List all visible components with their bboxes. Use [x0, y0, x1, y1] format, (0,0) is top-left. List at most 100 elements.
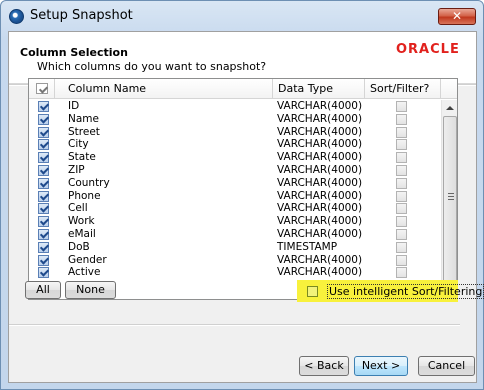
table-row[interactable]: eMail VARCHAR(4000): [29, 228, 441, 241]
column-name-cell: ZIP: [68, 163, 85, 176]
column-name-cell: ID: [68, 100, 80, 112]
data-type-cell: VARCHAR(4000): [277, 163, 363, 176]
column-name-cell: Active: [68, 266, 101, 279]
sort-filter-checkbox[interactable]: [396, 228, 407, 240]
vertical-scrollbar[interactable]: [441, 100, 457, 299]
scroll-up-icon[interactable]: [446, 106, 454, 110]
column-name-cell: Street: [68, 125, 100, 138]
page-title: Column Selection: [20, 46, 128, 59]
sort-filter-checkbox[interactable]: [396, 177, 407, 189]
table-row[interactable]: State VARCHAR(4000): [29, 151, 441, 164]
sort-filter-checkbox[interactable]: [396, 113, 407, 125]
back-button[interactable]: < Back: [299, 356, 349, 376]
data-type-cell: VARCHAR(4000): [277, 215, 363, 228]
include-column-checkbox[interactable]: [38, 101, 49, 112]
table-row[interactable]: ZIP VARCHAR(4000): [29, 164, 441, 177]
header-select-all-cell[interactable]: [29, 79, 55, 99]
data-type-cell: VARCHAR(4000): [277, 202, 363, 215]
scroll-thumb[interactable]: [443, 116, 457, 282]
data-type-cell: VARCHAR(4000): [277, 189, 363, 202]
table-row[interactable]: Phone VARCHAR(4000): [29, 190, 441, 203]
close-button[interactable]: ✕: [438, 8, 476, 25]
column-name-cell: eMail: [68, 227, 96, 240]
column-name-cell: Phone: [68, 189, 101, 202]
include-column-checkbox[interactable]: [38, 241, 49, 253]
sort-filter-checkbox[interactable]: [396, 241, 407, 253]
sort-filter-checkbox[interactable]: [396, 164, 407, 176]
column-header-sort[interactable]: Sort/Filter?: [365, 79, 441, 99]
intelligent-sort-label[interactable]: Use intelligent Sort/Filtering: [327, 284, 484, 299]
sort-filter-checkbox[interactable]: [396, 139, 407, 151]
sort-filter-checkbox[interactable]: [396, 152, 407, 164]
footer-divider: [9, 324, 460, 326]
data-type-cell: VARCHAR(4000): [277, 138, 363, 151]
table-row[interactable]: Street VARCHAR(4000): [29, 126, 441, 139]
sort-filter-checkbox[interactable]: [396, 267, 407, 279]
include-column-checkbox[interactable]: [38, 126, 49, 138]
grip-icon: [448, 193, 454, 200]
include-column-checkbox[interactable]: [38, 152, 49, 164]
include-column-checkbox[interactable]: [38, 203, 49, 215]
column-name-cell: DoB: [68, 240, 90, 253]
include-column-checkbox[interactable]: [38, 228, 49, 240]
column-table: Column Name Data Type Sort/Filter? ID VAR…: [28, 78, 458, 300]
table-row[interactable]: City VARCHAR(4000): [29, 138, 441, 151]
select-none-button[interactable]: None: [65, 281, 116, 299]
table-header: Column Name Data Type Sort/Filter?: [29, 79, 457, 99]
column-name-cell: Cell: [68, 202, 88, 215]
table-row[interactable]: Cell VARCHAR(4000): [29, 202, 441, 215]
table-row[interactable]: Country VARCHAR(4000): [29, 177, 441, 190]
column-name-cell: Name: [68, 112, 99, 125]
data-type-cell: VARCHAR(4000): [277, 176, 363, 189]
wizard-header: Column Selection Which columns do you wa…: [9, 32, 476, 84]
table-row[interactable]: Name VARCHAR(4000): [29, 113, 441, 126]
column-name-cell: City: [68, 138, 89, 151]
column-name-cell: Gender: [68, 253, 107, 266]
select-all-icon[interactable]: [36, 83, 48, 94]
app-icon: [9, 9, 24, 24]
sort-filter-checkbox[interactable]: [396, 126, 407, 138]
include-column-checkbox[interactable]: [38, 254, 49, 266]
column-name-cell: State: [68, 151, 96, 164]
sort-filter-checkbox[interactable]: [396, 190, 407, 202]
data-type-cell: VARCHAR(4000): [277, 151, 363, 164]
next-button[interactable]: Next >: [354, 356, 408, 376]
include-column-checkbox[interactable]: [38, 267, 49, 279]
table-row[interactable]: ID VARCHAR(4000): [29, 100, 441, 113]
column-name-cell: Work: [68, 215, 95, 228]
window-title: Setup Snapshot: [30, 8, 133, 23]
sort-filter-checkbox[interactable]: [396, 216, 407, 228]
sort-filter-checkbox[interactable]: [396, 254, 407, 266]
setup-snapshot-dialog: Setup Snapshot ✕ Column Selection Which …: [0, 0, 484, 390]
column-header-name[interactable]: Column Name: [55, 79, 273, 99]
data-type-cell: VARCHAR(4000): [277, 112, 363, 125]
data-type-cell: VARCHAR(4000): [277, 125, 363, 138]
table-row[interactable]: Active VARCHAR(4000): [29, 266, 441, 279]
table-row[interactable]: Work VARCHAR(4000): [29, 215, 441, 228]
column-name-cell: Country: [68, 176, 110, 189]
data-type-cell: VARCHAR(4000): [277, 227, 363, 240]
include-column-checkbox[interactable]: [38, 177, 49, 189]
data-type-cell: TIMESTAMP: [277, 240, 338, 253]
select-all-button[interactable]: All: [25, 281, 61, 299]
data-type-cell: VARCHAR(4000): [277, 253, 363, 266]
include-column-checkbox[interactable]: [38, 216, 49, 228]
data-type-cell: VARCHAR(4000): [277, 100, 363, 112]
close-icon: ✕: [451, 9, 463, 23]
data-type-cell: VARCHAR(4000): [277, 266, 363, 279]
include-column-checkbox[interactable]: [38, 113, 49, 125]
include-column-checkbox[interactable]: [38, 139, 49, 151]
column-header-type[interactable]: Data Type: [273, 79, 365, 99]
oracle-logo: ORACLE: [396, 42, 460, 57]
intelligent-sort-checkbox[interactable]: [307, 286, 318, 297]
title-bar: Setup Snapshot ✕: [1, 1, 483, 31]
sort-filter-checkbox[interactable]: [396, 203, 407, 215]
include-column-checkbox[interactable]: [38, 190, 49, 202]
table-row[interactable]: DoB TIMESTAMP: [29, 241, 441, 254]
table-row[interactable]: Gender VARCHAR(4000): [29, 254, 441, 267]
sort-filter-checkbox[interactable]: [396, 101, 407, 112]
cancel-button[interactable]: Cancel: [418, 356, 475, 376]
include-column-checkbox[interactable]: [38, 164, 49, 176]
page-subtitle: Which columns do you want to snapshot?: [37, 60, 267, 73]
table-body: ID VARCHAR(4000) Name VARCHAR(4000) Street VA…: [29, 100, 441, 299]
